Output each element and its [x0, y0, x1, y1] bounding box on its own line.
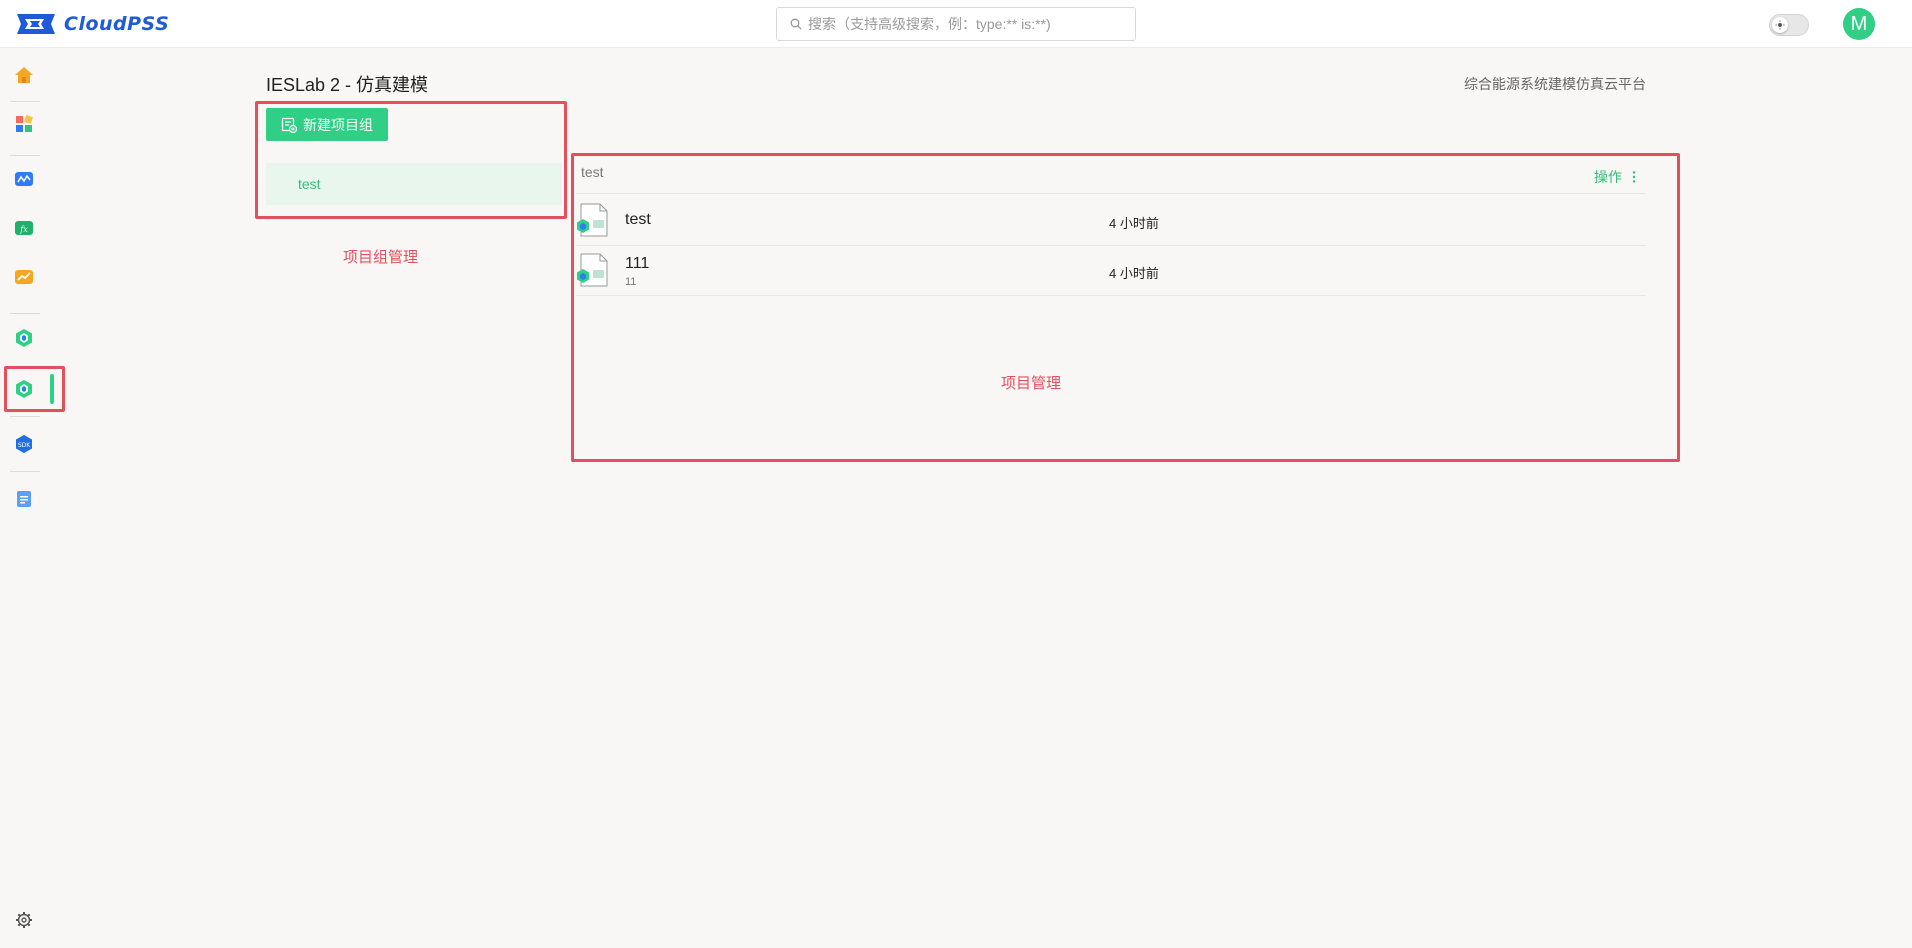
project-description: 11	[625, 276, 637, 288]
sidebar-divider	[10, 313, 40, 314]
ieslab-project-file-icon	[577, 203, 608, 237]
new-project-group-button[interactable]: 新建项目组	[266, 108, 388, 141]
apps-grid-icon	[16, 115, 33, 132]
sidebar-divider	[10, 155, 40, 156]
theme-toggle[interactable]	[1769, 14, 1809, 36]
sidebar-item-ieslab-modeling[interactable]	[10, 324, 38, 352]
sidebar-item-sdk[interactable]: SDK	[10, 430, 38, 458]
sidebar: fx SDK	[0, 48, 65, 948]
sidebar-divider	[10, 101, 40, 102]
sidebar-item-emt[interactable]	[10, 165, 38, 193]
annotation-group-management: 项目组管理	[343, 249, 419, 266]
gear-icon[interactable]	[15, 911, 33, 929]
logo[interactable]: CloudPSS	[14, 12, 169, 36]
sidebar-divider	[10, 416, 40, 417]
top-bar: CloudPSS M	[0, 0, 1912, 48]
project-group-name: test	[581, 164, 604, 180]
actions-label: 操作	[1594, 169, 1622, 185]
divider	[576, 193, 1646, 194]
theme-toggle-knob	[1772, 17, 1788, 33]
project-name: 111	[625, 255, 650, 272]
page-title: IESLab 2 - 仿真建模	[266, 75, 429, 95]
project-row[interactable]: 111 11 4 小时前	[576, 246, 1646, 294]
sdk-app-icon: SDK	[16, 435, 32, 453]
annotation-project-management: 项目管理	[1001, 375, 1062, 392]
search-box[interactable]	[776, 7, 1136, 41]
ieslab-hex-icon	[16, 329, 32, 347]
new-group-icon	[281, 117, 297, 133]
logo-text: CloudPSS	[64, 13, 170, 35]
document-app-icon	[17, 491, 31, 507]
project-row[interactable]: test 4 小时前	[576, 196, 1646, 244]
sidebar-item-ieslab-other[interactable]	[10, 375, 38, 403]
project-group-item-test[interactable]: test	[266, 163, 562, 205]
sidebar-item-analysis[interactable]	[10, 263, 38, 291]
divider	[576, 295, 1646, 296]
sidebar-item-home[interactable]	[10, 61, 38, 89]
new-project-group-label: 新建项目组	[303, 116, 373, 133]
project-name: test	[625, 211, 651, 228]
waveform-app-icon	[15, 172, 33, 186]
more-vertical-icon	[1632, 171, 1636, 183]
cloudpss-logo-icon	[17, 14, 55, 34]
search-icon	[790, 18, 802, 30]
project-group-label: test	[298, 176, 321, 192]
ieslab-project-file-icon	[577, 253, 608, 287]
sidebar-item-docs[interactable]	[10, 485, 38, 513]
search-input[interactable]	[808, 16, 1135, 32]
actions-menu[interactable]: 操作	[1594, 167, 1636, 187]
svg-text:fx: fx	[19, 225, 28, 234]
fx-app-icon: fx	[15, 221, 33, 235]
sidebar-divider	[10, 471, 40, 472]
svg-text:SDK: SDK	[18, 442, 31, 449]
project-updated-time: 4 小时前	[1109, 216, 1159, 231]
sidebar-item-function[interactable]: fx	[10, 214, 38, 242]
sidebar-item-apps[interactable]	[10, 110, 38, 138]
project-updated-time: 4 小时前	[1109, 266, 1159, 281]
ieslab-hex-icon-2	[16, 380, 32, 398]
page-subtitle: 综合能源系统建模仿真云平台	[1464, 76, 1646, 92]
chart-app-icon	[15, 270, 33, 284]
home-icon	[15, 67, 33, 83]
user-avatar[interactable]: M	[1843, 8, 1875, 40]
sun-icon	[1775, 20, 1785, 30]
